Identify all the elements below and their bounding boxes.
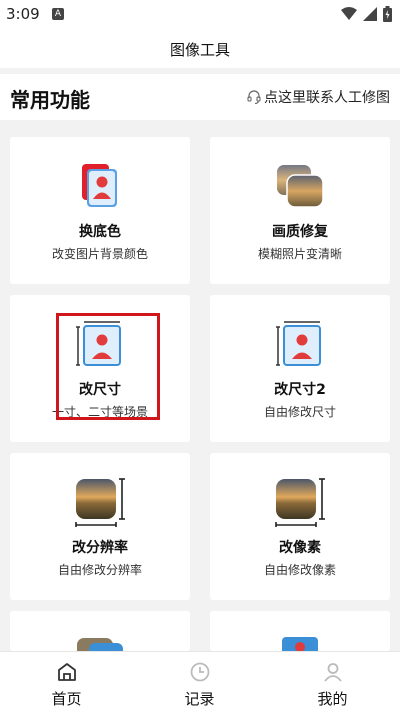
tool-card-resize-2[interactable]: 改尺寸2 自由修改尺寸 — [210, 295, 390, 442]
tool-title: 改像素 — [279, 540, 321, 556]
tool-subtitle: 自由修改尺寸 — [263, 405, 336, 419]
tool-card-change-background[interactable]: 换底色 改变图片背景颜色 — [10, 137, 190, 284]
wifi-icon — [341, 7, 357, 20]
id-photo-bg-color-icon — [82, 164, 117, 207]
tab-home[interactable]: 首页 — [0, 652, 133, 711]
id-photo-resize-icon — [76, 321, 121, 366]
notification-icon: A — [52, 8, 64, 20]
tool-subtitle: 自由修改像素 — [263, 563, 336, 577]
tab-label: 首页 — [51, 690, 82, 708]
section-header: 常用功能 点这里联系人工修图 — [0, 74, 400, 120]
section-title: 常用功能 — [10, 88, 90, 112]
tool-subtitle: 模糊照片变清晰 — [257, 247, 342, 261]
tab-label: 我的 — [317, 690, 348, 708]
tool-title: 改尺寸 — [79, 382, 121, 398]
tool-title: 改尺寸2 — [274, 382, 326, 398]
tool-subtitle: 一寸、二寸等场景 — [51, 405, 148, 419]
tool-card-partial[interactable] — [210, 611, 390, 653]
status-bar: 3:09 A — [0, 0, 400, 30]
signal-icon — [363, 7, 377, 21]
landscape-pixel-icon — [275, 478, 325, 527]
home-icon — [57, 663, 76, 681]
tool-card-partial[interactable] — [10, 611, 190, 653]
tab-profile[interactable]: 我的 — [266, 652, 399, 711]
contact-support-link[interactable]: 点这里联系人工修图 — [246, 87, 390, 107]
battery-icon — [383, 6, 392, 22]
person-icon — [323, 663, 342, 682]
tool-card-resize[interactable]: 改尺寸 一寸、二寸等场景 — [10, 295, 190, 442]
photo-restore-icon — [277, 165, 324, 208]
tool-title: 改分辨率 — [72, 540, 128, 556]
status-time: 3:09 — [6, 5, 40, 23]
clock-icon — [190, 662, 209, 682]
page-title: 图像工具 — [169, 41, 230, 59]
tool-subtitle: 改变图片背景颜色 — [51, 247, 148, 261]
tab-label: 记录 — [184, 690, 215, 708]
contact-support-label: 点这里联系人工修图 — [264, 90, 390, 106]
headset-icon — [247, 90, 261, 105]
id-photo-resize-icon — [276, 321, 321, 366]
tool-card-resolution[interactable]: 改分辨率 自由修改分辨率 — [10, 453, 190, 600]
landscape-resolution-icon — [75, 478, 125, 527]
bottom-tab-bar: 首页 记录 我的 — [0, 651, 400, 711]
tool-title: 换底色 — [79, 224, 121, 240]
tool-card-restore-quality[interactable]: 画质修复 模糊照片变清晰 — [210, 137, 390, 284]
tool-card-pixels[interactable]: 改像素 自由修改像素 — [210, 453, 390, 600]
tab-records[interactable]: 记录 — [133, 652, 266, 711]
tool-title: 画质修复 — [272, 224, 328, 240]
status-icons — [341, 6, 392, 22]
title-bar: 图像工具 — [0, 30, 400, 68]
tool-subtitle: 自由修改分辨率 — [57, 563, 142, 577]
